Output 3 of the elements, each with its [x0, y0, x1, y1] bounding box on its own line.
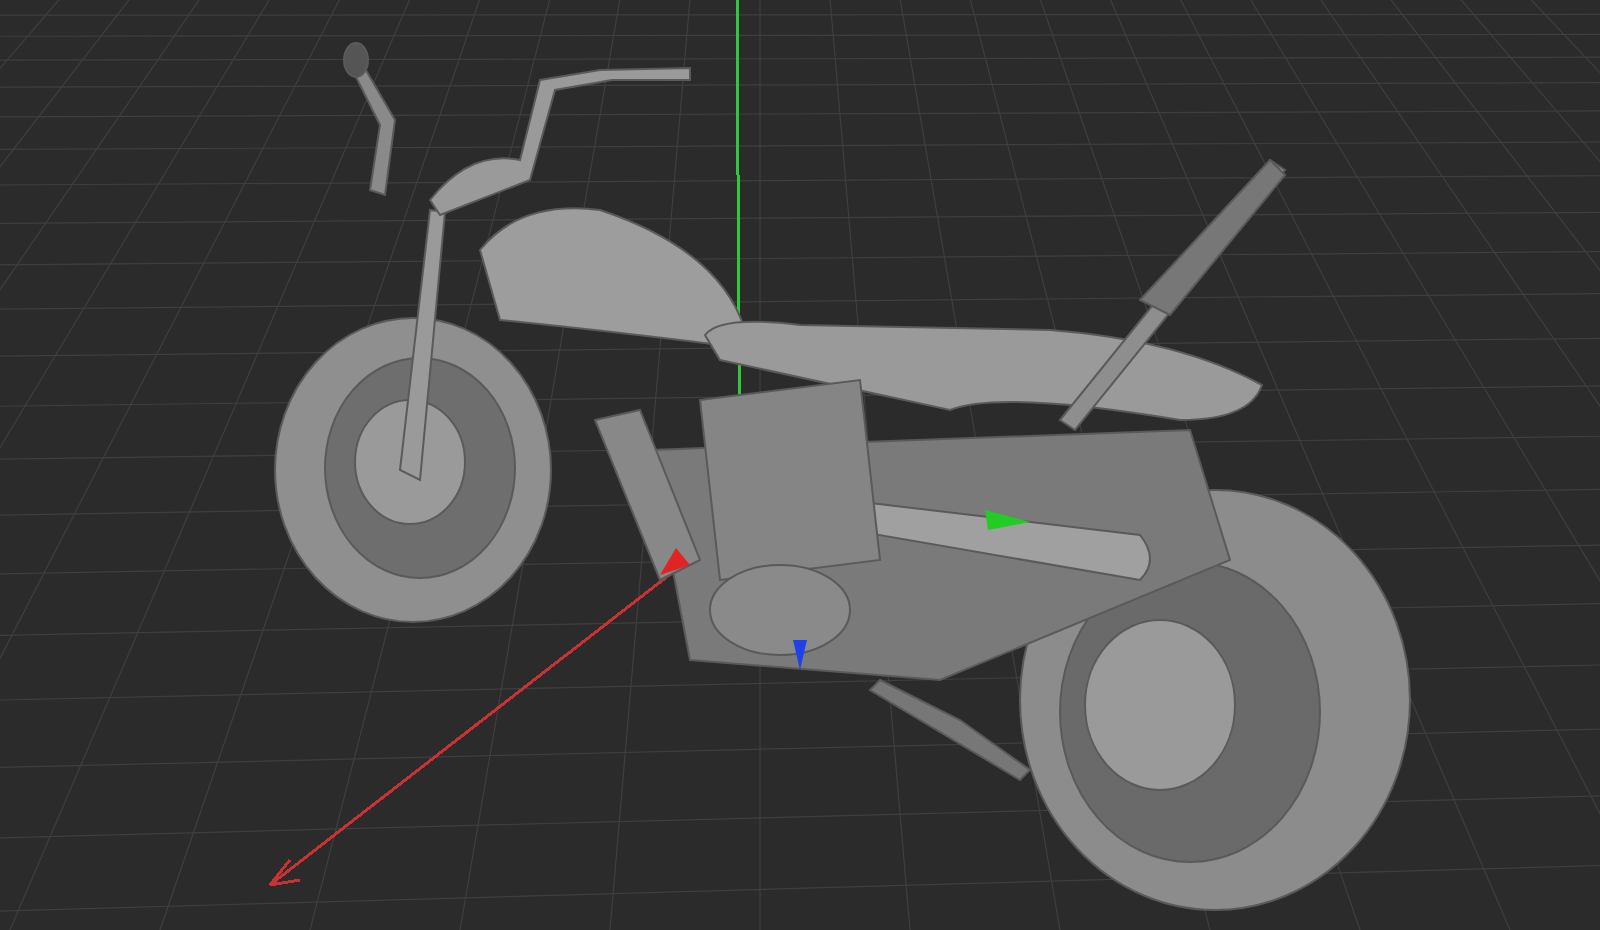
gizmo-arrow-icon[interactable] — [793, 640, 807, 670]
gizmo-arrow-icon[interactable] — [660, 548, 690, 575]
gizmo-arrow-icon[interactable] — [985, 510, 1030, 530]
